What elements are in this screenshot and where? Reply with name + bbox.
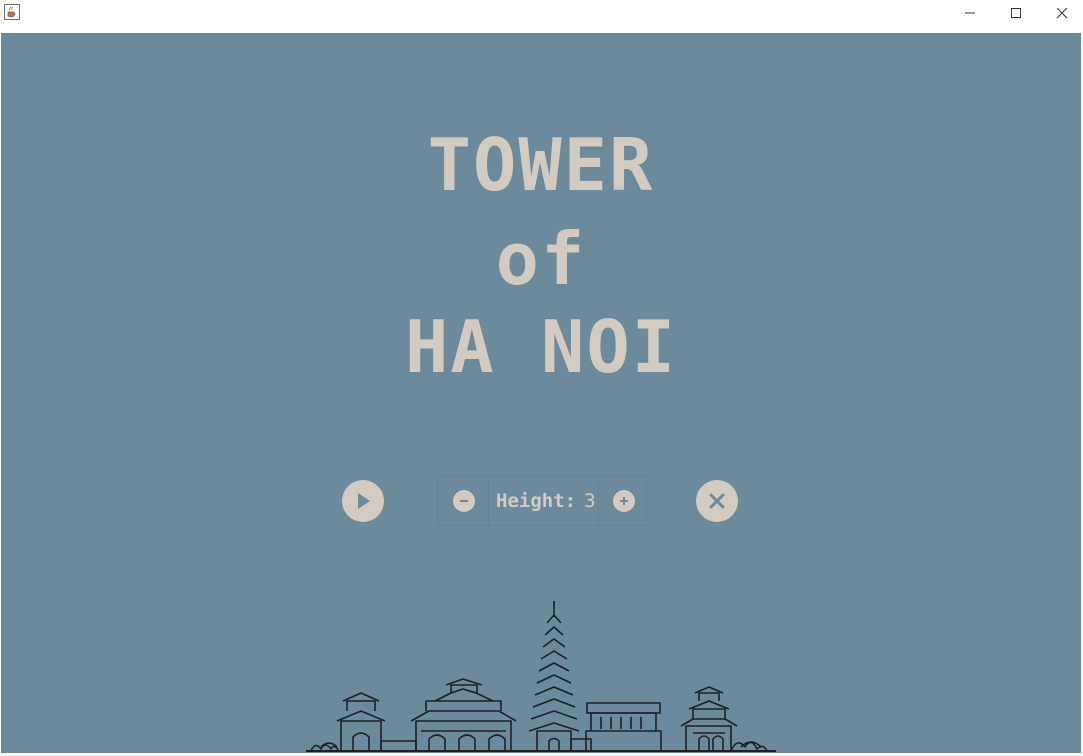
minimize-button[interactable] — [947, 0, 993, 26]
title-line-of: of — [495, 217, 587, 301]
plus-icon — [620, 497, 628, 505]
divider — [488, 477, 489, 525]
minus-icon — [460, 500, 468, 502]
minimize-icon — [965, 12, 975, 14]
window-titlebar — [0, 0, 1083, 32]
height-value: 3 — [584, 490, 596, 512]
close-window-button[interactable] — [1039, 0, 1083, 26]
play-button[interactable] — [342, 480, 384, 522]
maximize-button[interactable] — [993, 0, 1039, 26]
close-icon — [1056, 7, 1068, 19]
maximize-icon — [1011, 8, 1021, 18]
title-line-tower: TOWER — [427, 123, 655, 207]
height-readout: Height: 3 — [496, 489, 600, 513]
title-line-ha-noi: HA NOI — [404, 305, 678, 389]
close-icon — [709, 493, 725, 509]
play-icon — [358, 493, 370, 509]
decrease-height-button[interactable] — [453, 490, 475, 512]
java-cup-icon — [4, 4, 20, 20]
height-selector: Height: 3 — [437, 476, 647, 526]
exit-button[interactable] — [696, 480, 738, 522]
game-menu-panel: TOWER of HA NOI Height: 3 — [1, 33, 1081, 753]
increase-height-button[interactable] — [613, 490, 635, 512]
height-label: Height: — [496, 490, 577, 512]
hanoi-skyline-illustration — [306, 601, 776, 752]
